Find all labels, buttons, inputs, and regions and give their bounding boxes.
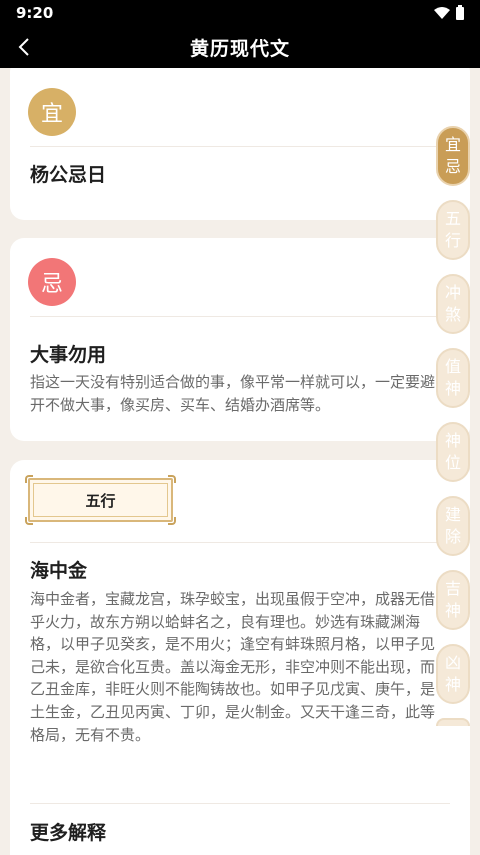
ji-title: 大事勿用 — [30, 345, 107, 366]
side-tab-char: 神 — [444, 601, 461, 620]
side-tab-yiji[interactable]: 宜 忌 — [436, 126, 470, 186]
status-bar: 9:20 — [0, 0, 480, 26]
ji-badge: 忌 — [28, 258, 76, 306]
yi-badge: 宜 — [28, 88, 76, 136]
wuxing-section-label: 五行 — [25, 475, 176, 525]
side-tab-char: 建 — [444, 505, 461, 524]
side-tab-char: 吉 — [444, 579, 461, 598]
side-tab-shenwei[interactable]: 神 位 — [436, 422, 470, 482]
status-icons — [434, 4, 464, 20]
side-tab-zhishen[interactable]: 值 神 — [436, 348, 470, 408]
page-title: 黄历现代文 — [189, 37, 290, 60]
side-tab-char: 冲 — [444, 283, 461, 302]
side-tab-jishen[interactable]: 吉 神 — [436, 570, 470, 630]
wuxing-description: 海中金者，宝藏龙宫，珠孕蛟宝，出现虽假于空冲，成器无借乎火力，故东方朔以蛤蚌名之… — [30, 590, 436, 744]
side-nav: 宜 忌 五 行 冲 煞 值 神 神 位 建 除 吉 神 凶 神 — [436, 126, 472, 726]
corner-ornament — [25, 517, 33, 525]
more-explanation-title: 更多解释 — [30, 823, 107, 844]
side-tab-char: 宜 — [444, 135, 461, 154]
corner-ornament — [168, 475, 176, 483]
divider — [30, 316, 450, 317]
side-tab-char: 五 — [444, 209, 461, 228]
side-tab-more[interactable] — [436, 718, 470, 726]
side-tab-char: 神 — [444, 431, 461, 450]
side-tab-xiongshen[interactable]: 凶 神 — [436, 644, 470, 704]
divider — [30, 803, 450, 804]
side-tab-char: 行 — [444, 231, 461, 250]
yi-title: 杨公忌日 — [30, 165, 107, 186]
side-tab-chongsha[interactable]: 冲 煞 — [436, 274, 470, 334]
side-tab-char: 神 — [444, 379, 461, 398]
side-tab-char: 凶 — [444, 653, 461, 672]
wuxing-card: 五行 海中金 海中金者，宝藏龙宫，珠孕蛟宝，出现虽假于空冲，成器无借乎火力，故东… — [10, 460, 470, 855]
nav-bar: 黄历现代文 — [0, 26, 480, 68]
side-tab-char: 煞 — [444, 305, 461, 324]
chevron-left-icon — [18, 38, 29, 56]
side-tab-char: 除 — [444, 527, 461, 546]
side-tab-jianchu[interactable]: 建 除 — [436, 496, 470, 556]
battery-icon — [456, 4, 464, 20]
status-time: 9:20 — [16, 4, 54, 22]
ji-card: 忌 大事勿用 指这一天没有特别适合做的事，像平常一样就可以，一定要避开不做大事，… — [10, 238, 470, 441]
yi-card: 宜 杨公忌日 — [10, 68, 470, 220]
content-scroll[interactable]: 宜 杨公忌日 忌 大事勿用 指这一天没有特别适合做的事，像平常一样就可以，一定要… — [0, 68, 480, 855]
back-button[interactable] — [8, 30, 40, 64]
corner-ornament — [25, 475, 33, 483]
wuxing-title: 海中金 — [30, 561, 88, 582]
side-tab-char: 位 — [444, 453, 461, 472]
divider — [30, 542, 450, 543]
wifi-icon — [434, 7, 450, 19]
ji-description: 指这一天没有特别适合做的事，像平常一样就可以，一定要避开不做大事，像买房、买车、… — [30, 373, 436, 414]
side-tab-wuxing[interactable]: 五 行 — [436, 200, 470, 260]
side-tab-char: 神 — [444, 675, 461, 694]
divider — [30, 146, 450, 147]
corner-ornament — [168, 517, 176, 525]
side-tab-char: 忌 — [444, 157, 461, 176]
wuxing-box-label: 五行 — [85, 491, 116, 510]
side-tab-char: 值 — [444, 357, 461, 376]
